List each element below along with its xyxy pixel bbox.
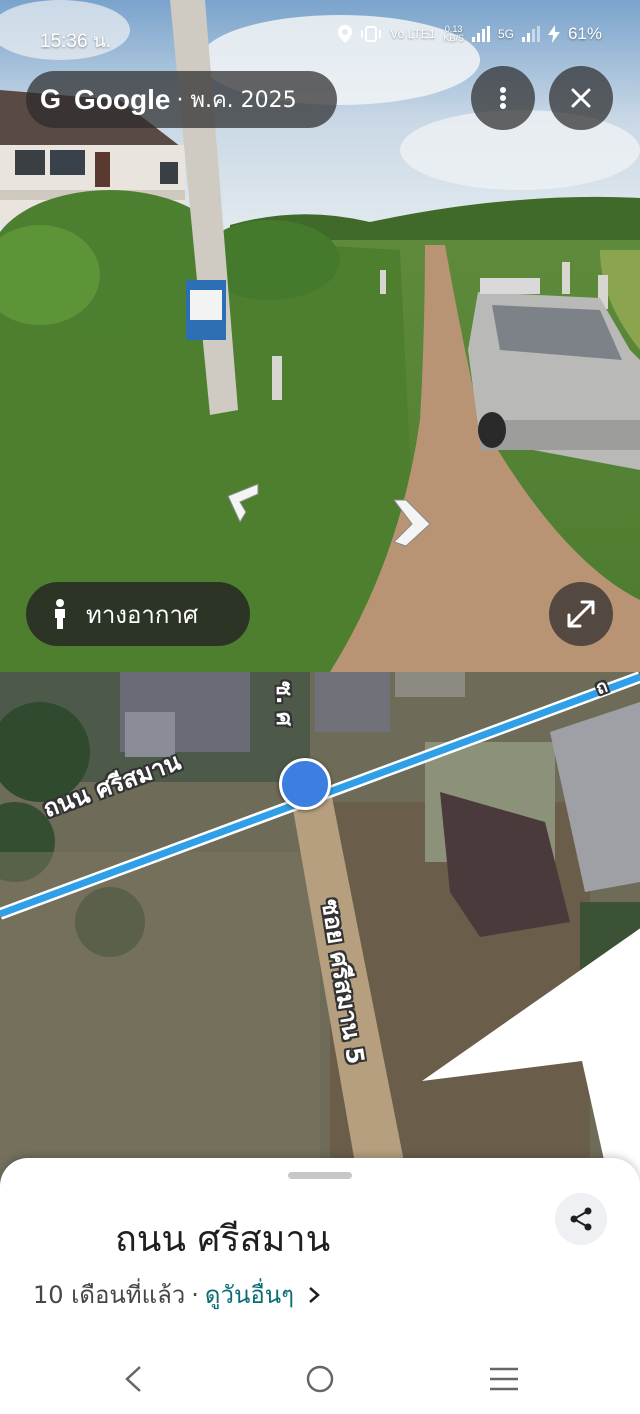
share-button[interactable]: [555, 1193, 607, 1245]
battery-percent: 61%: [567, 24, 602, 43]
place-bottom-sheet[interactable]: ถนน ศรีสมาน 10 เดือนที่แล้ว · ดูวันอื่นๆ: [0, 1158, 640, 1414]
network-speed: 0.13 KB/S: [443, 25, 464, 43]
more-options-button[interactable]: [471, 66, 535, 130]
imagery-meta: 10 เดือนที่แล้ว · ดูวันอื่นๆ: [33, 1275, 320, 1314]
person-icon: [55, 599, 65, 629]
place-title: ถนน ศรีสมาน: [115, 1219, 331, 1260]
nav-arrow-right-icon[interactable]: [390, 498, 432, 548]
expand-button[interactable]: [549, 582, 613, 646]
signal-bars-icon: [471, 26, 490, 42]
close-button[interactable]: [549, 66, 613, 130]
navigation-arrow-icon: [422, 928, 640, 1192]
nav-arrow-left-icon[interactable]: [218, 482, 260, 524]
map-label-top-soi: ซ. ศ: [270, 681, 296, 726]
status-icons: Vo LTE1 0.13 KB/S 5G 61%: [338, 24, 602, 44]
network-speed-unit: KB/S: [443, 33, 464, 43]
network-type-label: 5G: [497, 27, 514, 41]
signal-bars-2-icon: [521, 26, 540, 42]
brand-label: Google: [74, 83, 171, 115]
capture-date: · พ.ค. 2025: [176, 88, 297, 113]
more-vert-icon: [500, 87, 506, 109]
status-bar: 15:36 น. Vo LTE1 0.13 KB/S 5G 61%: [0, 18, 640, 54]
close-icon: [571, 88, 591, 108]
home-nav-icon[interactable]: [305, 1364, 335, 1394]
imagery-date-pill[interactable]: G Google · พ.ค. 2025: [26, 71, 337, 128]
meta-separator: ·: [191, 1280, 199, 1309]
back-nav-icon[interactable]: [122, 1364, 144, 1394]
imagery-age: 10 เดือนที่แล้ว: [33, 1281, 186, 1309]
chevron-right-icon[interactable]: [308, 1286, 320, 1304]
expand-icon: [567, 600, 595, 628]
system-navigation-bar: [0, 1346, 640, 1414]
vibrate-icon: [361, 26, 382, 42]
aerial-view-label: ทางอากาศ: [86, 600, 199, 629]
google-g-icon: G: [40, 84, 62, 114]
see-more-dates-link[interactable]: ดูวันอื่นๆ: [205, 1275, 294, 1314]
street-view-panorama[interactable]: 15:36 น. Vo LTE1 0.13 KB/S 5G 61% G Googl…: [0, 0, 640, 672]
aerial-view-button[interactable]: ทางอากาศ: [26, 582, 250, 646]
lte-label: Vo LTE1: [390, 27, 436, 41]
recents-nav-icon[interactable]: [488, 1364, 520, 1394]
battery-charging-icon: [547, 25, 560, 43]
share-icon: [570, 1207, 592, 1231]
location-icon: [338, 25, 353, 43]
current-position-marker[interactable]: [279, 758, 640, 1192]
status-time: 15:36 น.: [40, 31, 112, 52]
sheet-drag-handle[interactable]: [288, 1172, 352, 1179]
satellite-map[interactable]: ถนน ศรีสมาน ซอย ศรีสมาน 5 ซ. ศ ถ: [0, 672, 640, 1192]
